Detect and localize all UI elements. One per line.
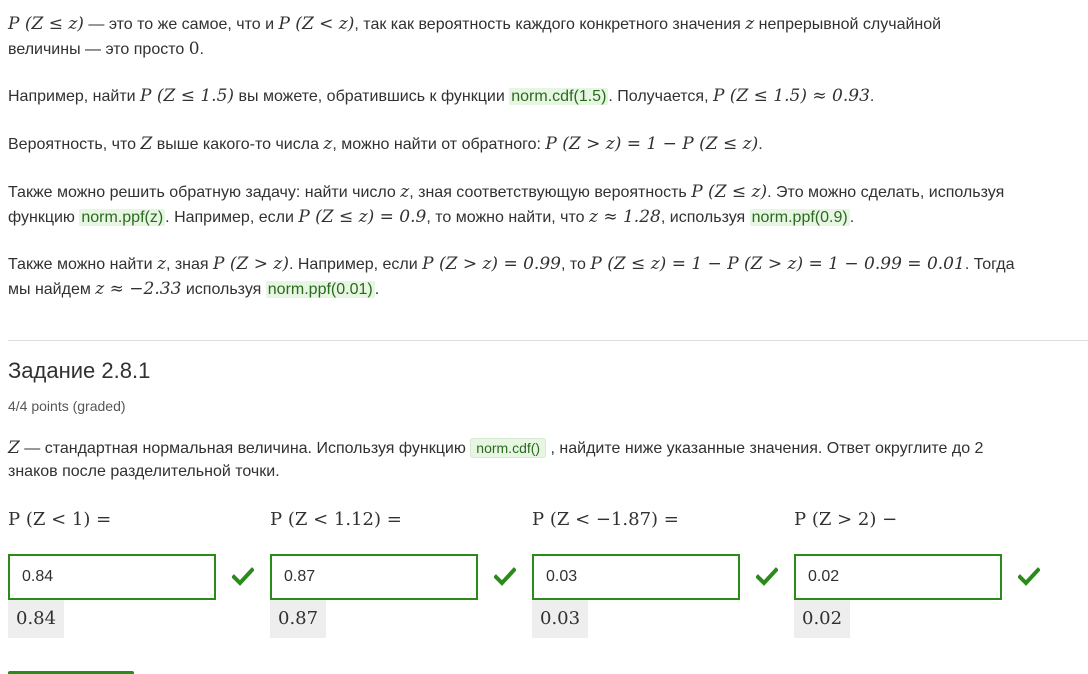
text: вы можете, обратившись к функции bbox=[234, 88, 510, 105]
math-expression: Z bbox=[8, 438, 20, 458]
text: — стандартная нормальная величина. Испол… bbox=[19, 440, 471, 457]
text: , так как вероятность каждого конкретног… bbox=[354, 16, 746, 33]
math-expression: z ≈ 1.28 bbox=[588, 207, 661, 227]
text: , зная соответствующую вероятность bbox=[409, 184, 692, 201]
text: непрерывной случайной bbox=[754, 16, 942, 33]
math-expression: P (Z ≤ z) bbox=[691, 182, 768, 202]
math-expression: z bbox=[156, 254, 166, 274]
question-4: P (Z > 2) − 0.02 0.02 bbox=[794, 506, 1056, 638]
paragraph-1: P (Z ≤ z) — это то же самое, что и P (Z … bbox=[8, 12, 941, 62]
check-icon bbox=[494, 567, 516, 586]
inline-code: norm.ppf(0.9) bbox=[749, 209, 850, 226]
text: Также можно решить обратную задачу: найт… bbox=[8, 184, 401, 201]
answer-input[interactable]: 0.84 bbox=[8, 554, 216, 600]
answer-row: 0.02 bbox=[794, 554, 1056, 600]
math-expression: P (Z ≤ 1.5) bbox=[140, 86, 235, 106]
math-expression: P (Z < z) bbox=[278, 14, 355, 34]
math-expression: P (Z > z) = 1 − P (Z ≤ z) bbox=[545, 134, 759, 154]
question-label: P (Z < 1) = bbox=[8, 509, 112, 530]
text: Вероятность, что bbox=[8, 136, 141, 153]
text: . bbox=[869, 88, 875, 105]
text: , можно найти от обратного: bbox=[332, 136, 546, 153]
paragraph-5: Также можно найти z, зная P (Z > z). Нап… bbox=[8, 252, 1014, 302]
answer-preview: 0.84 bbox=[8, 600, 65, 638]
text: знаков после разделительной точки. bbox=[8, 463, 280, 480]
check-icon bbox=[1018, 567, 1040, 586]
inline-code: norm.ppf(0.01) bbox=[265, 281, 375, 298]
text: . bbox=[758, 136, 763, 153]
answer-input[interactable]: 0.03 bbox=[532, 554, 740, 600]
text: используя bbox=[181, 281, 266, 298]
text: . Например, если bbox=[288, 256, 423, 273]
answer-row: 0.84 bbox=[8, 554, 270, 600]
math-expression: z bbox=[745, 14, 755, 34]
math-expression: P (Z > z) = 0.99 bbox=[422, 254, 561, 274]
answer-preview: 0.02 bbox=[794, 600, 851, 638]
inline-code: norm.cdf(1.5) bbox=[509, 88, 609, 105]
text: — это то же самое, что и bbox=[83, 16, 279, 33]
answer-preview: 0.03 bbox=[532, 600, 589, 638]
math-expression: P (Z ≤ 1.5) ≈ 0.93 bbox=[712, 86, 870, 106]
text: , используя bbox=[660, 209, 750, 226]
text: величины — это просто bbox=[8, 41, 189, 58]
math-expression: P (Z ≤ z) = 0.9 bbox=[298, 207, 427, 227]
math-expression: z ≈ −2.33 bbox=[95, 279, 182, 299]
text: . bbox=[849, 209, 855, 226]
math-expression: P (Z > z) bbox=[213, 254, 289, 274]
answer-input[interactable]: 0.87 bbox=[270, 554, 478, 600]
text: , то можно найти, что bbox=[426, 209, 589, 226]
text: . Например, если bbox=[165, 209, 299, 226]
question-2: P (Z < 1.12) = 0.87 0.87 bbox=[270, 506, 532, 638]
text: мы найдем bbox=[8, 281, 96, 298]
answer-row: 0.03 bbox=[532, 554, 794, 600]
answer-row: 0.87 bbox=[270, 554, 532, 600]
answer-preview: 0.87 bbox=[270, 600, 327, 638]
question-1: P (Z < 1) = 0.84 0.84 bbox=[8, 506, 270, 638]
text: . Тогда bbox=[964, 256, 1015, 273]
question-label: P (Z < −1.87) = bbox=[532, 509, 679, 530]
paragraph-4: Также можно решить обратную задачу: найт… bbox=[8, 180, 1004, 230]
check-icon bbox=[232, 567, 254, 586]
math-expression: z bbox=[400, 182, 410, 202]
text: выше какого-то числа bbox=[152, 136, 324, 153]
question-3: P (Z < −1.87) = 0.03 0.03 bbox=[532, 506, 794, 638]
inline-code: norm.cdf() bbox=[470, 438, 547, 458]
text: . bbox=[199, 41, 204, 58]
text: функцию bbox=[8, 209, 80, 226]
paragraph-2: Например, найти P (Z ≤ 1.5) вы можете, о… bbox=[8, 84, 874, 109]
math-expression: 0 bbox=[188, 39, 200, 59]
math-expression: Z bbox=[140, 134, 153, 154]
text: . bbox=[374, 281, 380, 298]
text: , то bbox=[560, 256, 591, 273]
text: Также можно найти bbox=[8, 256, 157, 273]
check-icon bbox=[756, 567, 778, 586]
math-expression: P (Z ≤ z) = 1 − P (Z > z) = 1 − 0.99 = 0… bbox=[590, 254, 965, 274]
inline-code: norm.ppf(z) bbox=[79, 209, 166, 226]
question-label: P (Z > 2) − bbox=[794, 509, 898, 530]
paragraph-3: Вероятность, что Z выше какого-то числа … bbox=[8, 132, 763, 157]
text: , найдите ниже указанные значения. Ответ… bbox=[546, 440, 984, 457]
section-divider bbox=[8, 340, 1088, 341]
text: , зная bbox=[165, 256, 214, 273]
text: . Это можно сделать, используя bbox=[767, 184, 1005, 201]
problem-points: 4/4 points (graded) bbox=[8, 398, 126, 414]
text: Например, найти bbox=[8, 88, 141, 105]
text: . Получается, bbox=[608, 88, 713, 105]
problem-title: Задание 2.8.1 bbox=[8, 358, 151, 383]
math-expression: P (Z ≤ z) bbox=[8, 14, 84, 34]
answer-input[interactable]: 0.02 bbox=[794, 554, 1002, 600]
question-label: P (Z < 1.12) = bbox=[270, 509, 402, 530]
problem-statement: Z — стандартная нормальная величина. Исп… bbox=[8, 437, 1068, 483]
